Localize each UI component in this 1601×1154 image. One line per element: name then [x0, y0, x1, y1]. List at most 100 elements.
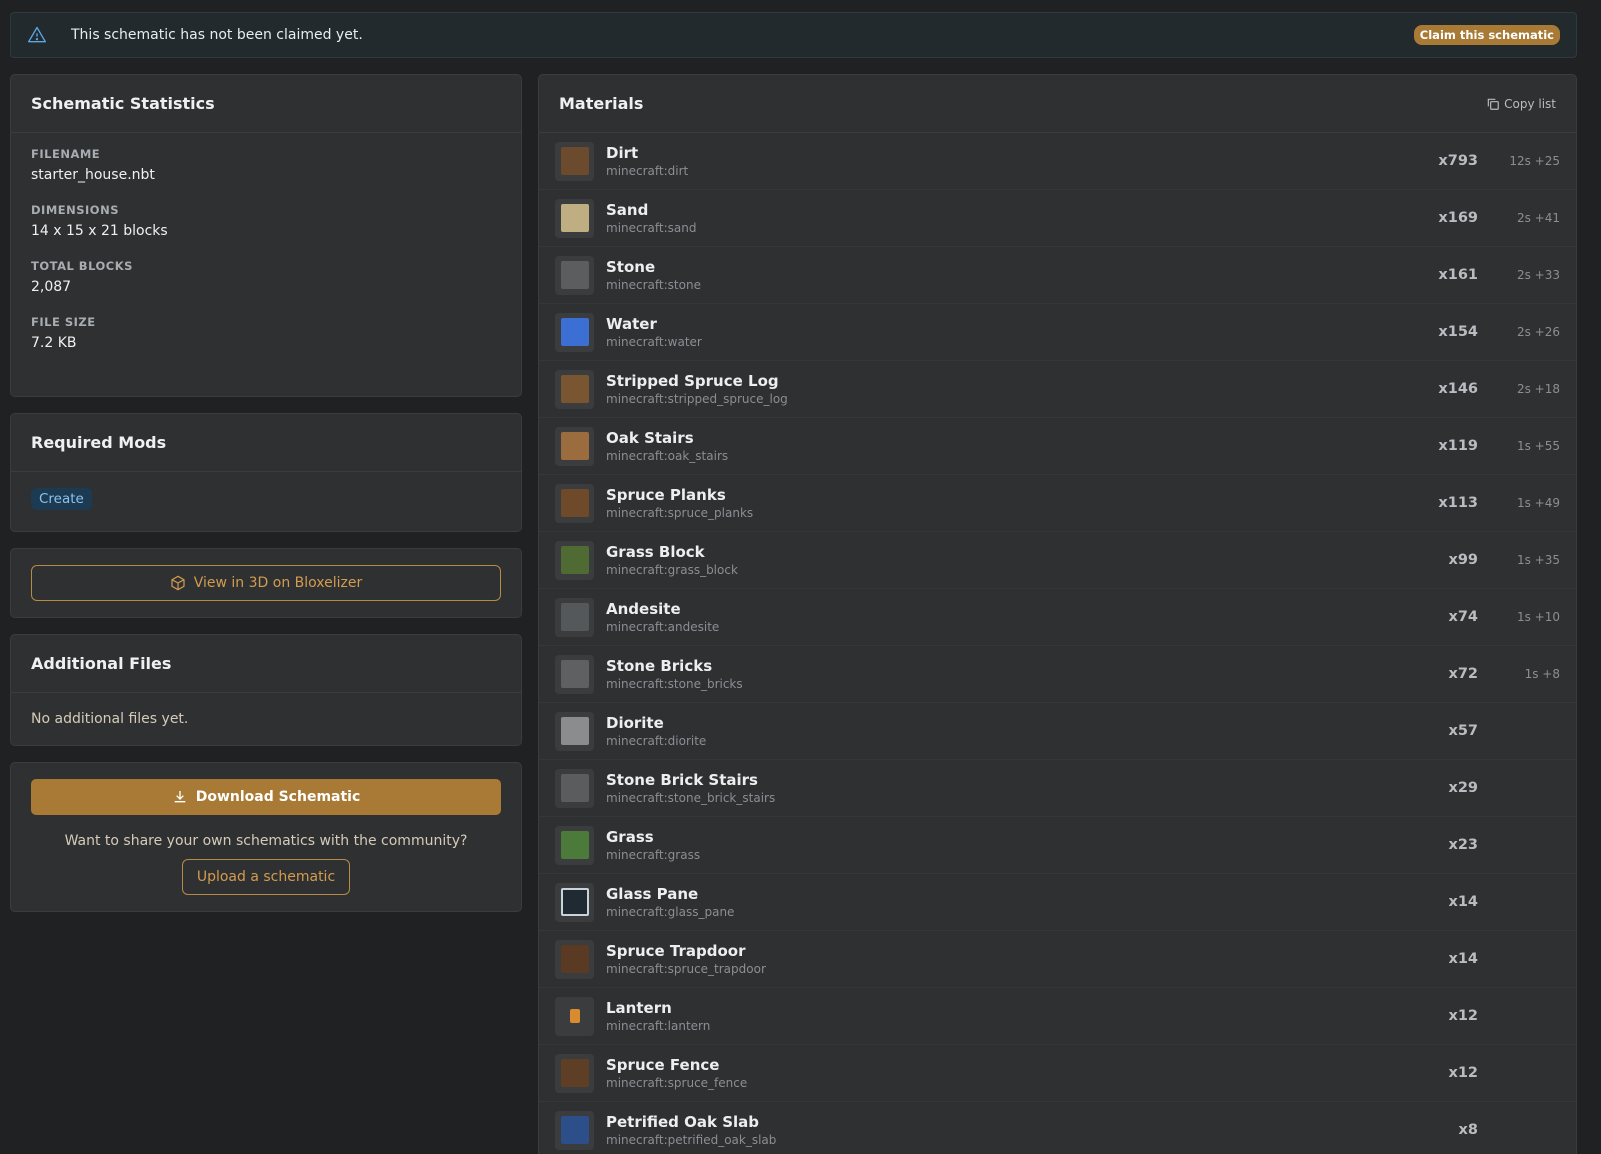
block-icon	[555, 768, 594, 808]
material-stacks: 2s +26	[1516, 325, 1560, 339]
material-id: minecraft:sand	[606, 221, 697, 235]
material-id: minecraft:lantern	[606, 1019, 711, 1033]
material-row: Petrified Oak Slab minecraft:petrified_oa…	[539, 1102, 1576, 1154]
material-name: Spruce Planks	[606, 486, 726, 504]
block-icon	[555, 255, 594, 295]
block-swatch	[560, 546, 589, 574]
material-name: Stone Brick Stairs	[606, 771, 758, 789]
material-name: Stone	[606, 258, 656, 276]
download-icon	[174, 791, 186, 803]
material-id: minecraft:spruce_planks	[606, 506, 754, 520]
material-id: minecraft:diorite	[606, 734, 707, 748]
viewer-card: View in 3D on Bloxelizer	[10, 548, 522, 618]
block-icon	[555, 141, 594, 181]
stat-filename: FILENAME starter_house.nbt	[31, 147, 501, 183]
material-stacks: 1s +55	[1516, 439, 1560, 453]
stats-card: Schematic Statistics FILENAME starter_hou…	[10, 74, 522, 397]
material-name: Grass	[606, 828, 654, 846]
material-row: Lantern minecraft:lantern x12	[539, 988, 1576, 1045]
material-name: Stripped Spruce Log	[606, 372, 779, 390]
stat-file-size: FILE SIZE 7.2 KB	[31, 315, 501, 351]
upload-schematic-button[interactable]: Upload a schematic	[182, 859, 350, 895]
block-swatch	[560, 660, 589, 688]
material-row: Andesite minecraft:andesite x74 1s +10	[539, 589, 1576, 646]
block-swatch	[560, 774, 589, 802]
material-name: Andesite	[606, 600, 681, 618]
material-id: minecraft:stripped_spruce_log	[606, 392, 788, 406]
block-swatch	[560, 603, 589, 631]
material-row: Stone Bricks minecraft:stone_bricks x72 1s …	[539, 646, 1576, 703]
material-name: Spruce Fence	[606, 1056, 720, 1074]
download-schematic-button[interactable]: Download Schematic	[31, 779, 501, 815]
download-card: Download Schematic Want to share your ow…	[10, 762, 522, 912]
block-swatch	[560, 888, 589, 916]
material-stacks: 1s +10	[1516, 610, 1560, 624]
claim-schematic-button[interactable]: Claim this schematic	[1413, 25, 1560, 45]
material-row: Glass Pane minecraft:glass_pane x14	[539, 874, 1576, 931]
material-count: x793	[1438, 153, 1478, 169]
block-icon	[555, 711, 594, 751]
material-count: x57	[1448, 723, 1478, 739]
files-title: Additional Files	[11, 635, 521, 693]
material-count: x119	[1438, 438, 1478, 454]
share-text: Want to share your own schematics with t…	[64, 833, 468, 849]
material-row: Spruce Fence minecraft:spruce_fence x12	[539, 1045, 1576, 1102]
block-swatch	[560, 717, 589, 745]
stat-dimensions: DIMENSIONS 14 x 15 x 21 blocks	[31, 203, 501, 239]
warning-icon	[28, 26, 46, 43]
block-swatch	[560, 432, 589, 460]
banner-message: This schematic has not been claimed yet.	[71, 27, 363, 43]
stats-body: FILENAME starter_house.nbt DIMENSIONS 14 x …	[11, 133, 521, 369]
material-stacks: 1s +8	[1524, 667, 1560, 681]
block-icon	[555, 939, 594, 979]
block-icon	[555, 483, 594, 523]
materials-card: Materials Copy list Dirt minecraft:dirt x7…	[538, 74, 1577, 1154]
material-row: Sand minecraft:sand x169 2s +41	[539, 190, 1576, 247]
material-count: x8	[1458, 1122, 1478, 1138]
block-swatch	[560, 261, 589, 289]
material-name: Oak Stairs	[606, 429, 694, 447]
block-icon	[555, 654, 594, 694]
stats-title: Schematic Statistics	[11, 75, 521, 133]
material-name: Diorite	[606, 714, 664, 732]
material-count: x12	[1448, 1065, 1478, 1081]
stat-total-blocks: TOTAL BLOCKS 2,087	[31, 259, 501, 295]
stat-label: TOTAL BLOCKS	[31, 259, 133, 273]
view-3d-button[interactable]: View in 3D on Bloxelizer	[31, 565, 501, 601]
block-swatch	[560, 945, 589, 973]
stat-value: starter_house.nbt	[31, 167, 155, 183]
copy-list-button[interactable]: Copy list	[1486, 97, 1556, 111]
block-icon	[555, 1053, 594, 1093]
mod-badge-create[interactable]: Create	[31, 488, 92, 510]
material-count: x72	[1448, 666, 1478, 682]
cube-icon	[171, 575, 185, 591]
material-name: Petrified Oak Slab	[606, 1113, 760, 1131]
download-label: Download Schematic	[195, 789, 361, 805]
material-id: minecraft:grass_block	[606, 563, 738, 577]
material-id: minecraft:glass_pane	[606, 905, 735, 919]
material-name: Lantern	[606, 999, 672, 1017]
block-icon	[555, 996, 594, 1036]
material-name: Grass Block	[606, 543, 705, 561]
material-row: Diorite minecraft:diorite x57	[539, 703, 1576, 760]
material-row: Dirt minecraft:dirt x793 12s +25	[539, 133, 1576, 190]
block-icon	[555, 369, 594, 409]
block-swatch	[560, 375, 589, 403]
block-icon	[555, 426, 594, 466]
material-id: minecraft:andesite	[606, 620, 720, 634]
materials-title: Materials	[559, 94, 644, 113]
block-icon	[555, 540, 594, 580]
material-count: x99	[1448, 552, 1478, 568]
material-row: Grass Block minecraft:grass_block x99 1s +3…	[539, 532, 1576, 589]
material-row: Oak Stairs minecraft:oak_stairs x119 1s +55	[539, 418, 1576, 475]
stat-value: 2,087	[31, 279, 72, 295]
mods-card: Required Mods Create	[10, 413, 522, 532]
block-icon	[555, 312, 594, 352]
material-name: Stone Bricks	[606, 657, 713, 675]
material-count: x74	[1448, 609, 1478, 625]
material-name: Water	[606, 315, 657, 333]
material-row: Spruce Trapdoor minecraft:spruce_trapdoor…	[539, 931, 1576, 988]
material-id: minecraft:spruce_trapdoor	[606, 962, 766, 976]
material-stacks: 2s +33	[1516, 268, 1560, 282]
material-row: Stone Brick Stairs minecraft:stone_brick_…	[539, 760, 1576, 817]
